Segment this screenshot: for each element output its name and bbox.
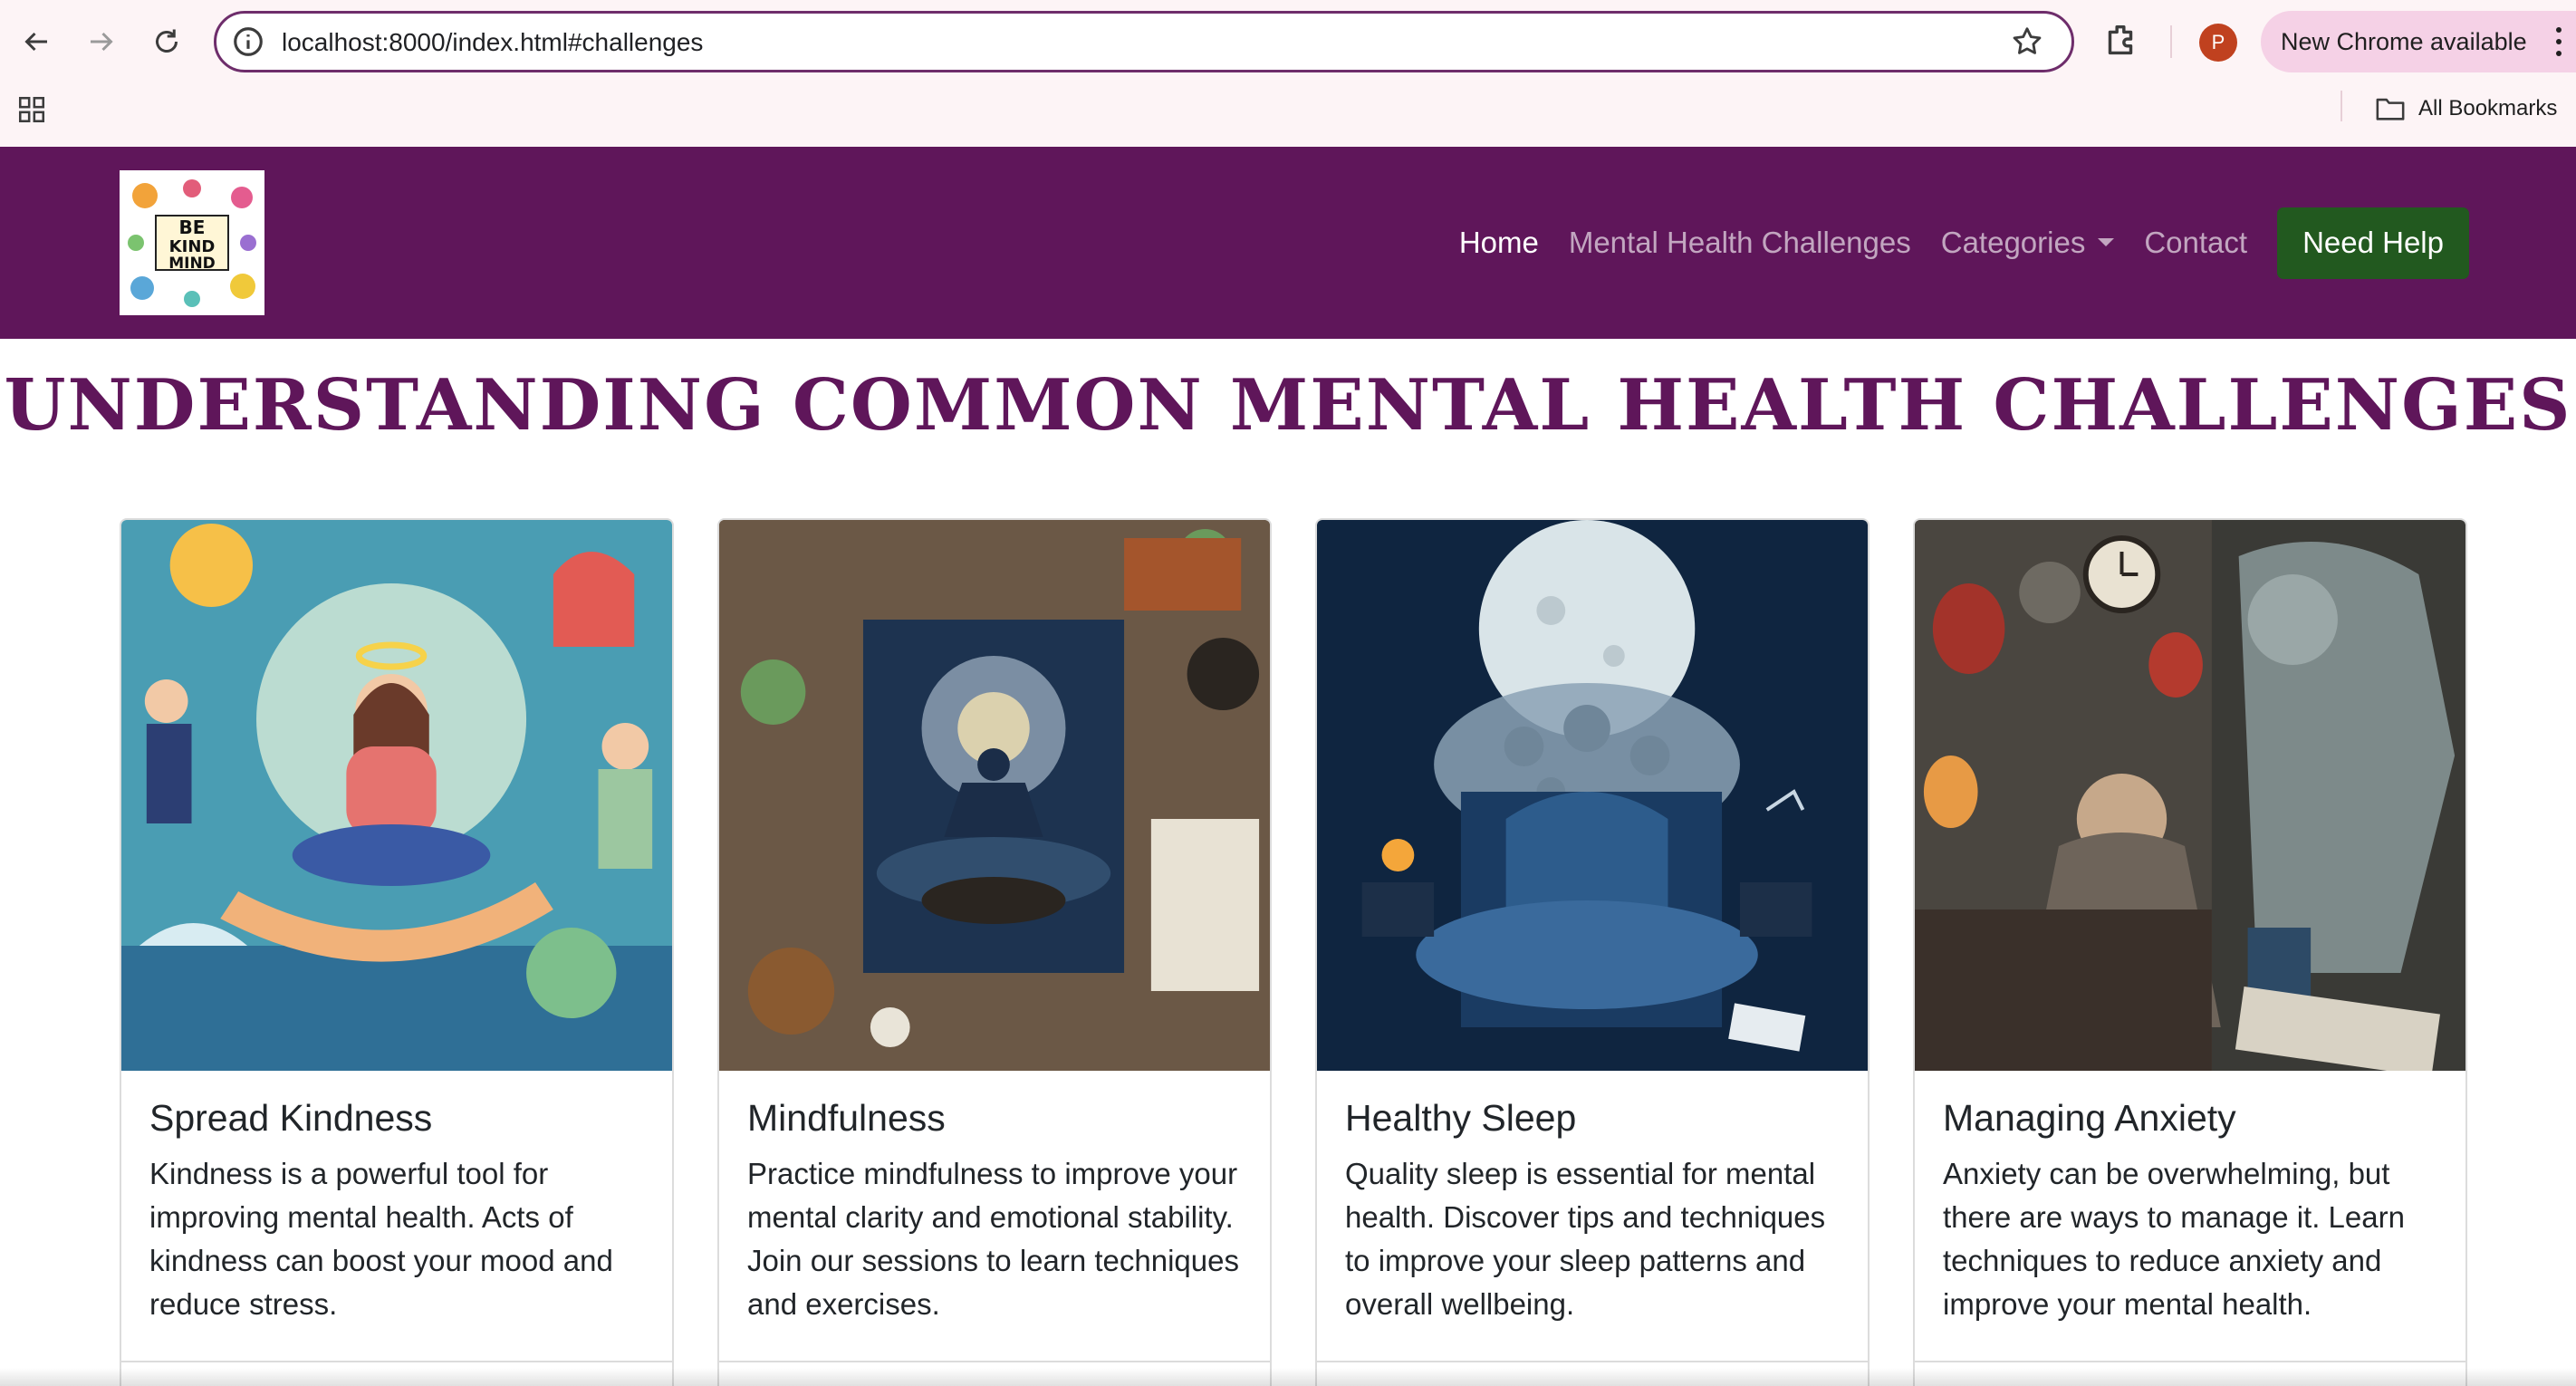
site-logo[interactable]: BE KIND MIND xyxy=(120,170,264,315)
card-managing-anxiety[interactable]: Managing Anxiety Anxiety can be overwhel… xyxy=(1913,518,2467,1386)
card-healthy-sleep[interactable]: Healthy Sleep Quality sleep is essential… xyxy=(1315,518,1870,1386)
forward-arrow-icon xyxy=(91,32,113,52)
nav-home[interactable]: Home xyxy=(1459,226,1539,260)
bookmark-star-icon[interactable] xyxy=(2010,24,2044,59)
challenge-cards: Spread Kindness Kindness is a powerful t… xyxy=(120,518,2467,1386)
apps-grid-icon[interactable] xyxy=(16,94,47,125)
extensions-icon[interactable] xyxy=(2100,20,2141,62)
toolbar-divider xyxy=(2170,25,2172,58)
nav-links: Home Mental Health Challenges Categories… xyxy=(1459,207,2469,279)
svg-text:BE: BE xyxy=(179,217,206,238)
profile-avatar[interactable]: P xyxy=(2199,24,2237,62)
card-body: Managing Anxiety Anxiety can be overwhel… xyxy=(1915,1071,2465,1326)
all-bookmarks-label: All Bookmarks xyxy=(2418,96,2558,120)
card-image-sleep xyxy=(1317,520,1868,1071)
url-text[interactable]: localhost:8000/index.html#challenges xyxy=(282,26,703,59)
card-text: Quality sleep is essential for mental he… xyxy=(1345,1157,1826,1321)
address-bar[interactable]: localhost:8000/index.html#challenges xyxy=(214,11,2074,72)
reload-icon xyxy=(156,29,178,53)
browser-toolbar: localhost:8000/index.html#challenges P N… xyxy=(0,0,2576,147)
nav-mental-health-challenges[interactable]: Mental Health Challenges xyxy=(1569,226,1911,260)
card-spread-kindness[interactable]: Spread Kindness Kindness is a powerful t… xyxy=(120,518,674,1386)
card-image-mindfulness xyxy=(719,520,1270,1071)
nav-categories-label: Categories xyxy=(1940,226,2086,259)
card-image-anxiety xyxy=(1915,520,2465,1071)
kebab-menu-icon[interactable] xyxy=(2556,27,2563,56)
card-title: Spread Kindness xyxy=(149,1097,433,1139)
card-text: Kindness is a powerful tool for improvin… xyxy=(149,1157,613,1321)
all-bookmarks-button[interactable]: All Bookmarks xyxy=(2375,91,2557,127)
card-text: Anxiety can be overwhelming, but there a… xyxy=(1943,1157,2405,1321)
card-mindfulness[interactable]: Mindfulness Practice mindfulness to impr… xyxy=(717,518,1272,1386)
card-title: Healthy Sleep xyxy=(1345,1097,1577,1139)
card-body: Mindfulness Practice mindfulness to impr… xyxy=(719,1071,1270,1326)
nav-categories-dropdown[interactable]: Categories xyxy=(1941,226,2115,260)
card-image-kindness xyxy=(121,520,672,1071)
page-title: UNDERSTANDING COMMON MENTAL HEALTH CHALL… xyxy=(4,364,2572,447)
back-button[interactable] xyxy=(11,16,62,67)
card-footer-divider xyxy=(121,1361,672,1362)
forward-button[interactable] xyxy=(76,16,127,67)
card-footer-divider xyxy=(719,1361,1270,1362)
window-bottom-edge xyxy=(0,1368,2576,1386)
caret-down-icon xyxy=(2098,237,2115,246)
update-label: New Chrome available xyxy=(2281,27,2527,55)
card-text: Practice mindfulness to improve your men… xyxy=(747,1157,1239,1321)
nav-contact[interactable]: Contact xyxy=(2144,226,2247,260)
card-title: Managing Anxiety xyxy=(1943,1097,2236,1139)
site-info-icon[interactable] xyxy=(231,24,265,59)
svg-text:MIND: MIND xyxy=(168,255,216,273)
folder-icon xyxy=(2376,98,2405,120)
card-title: Mindfulness xyxy=(747,1097,946,1139)
be-kind-to-your-mind-logo: BE KIND MIND xyxy=(120,170,264,315)
chrome-update-button[interactable]: New Chrome available xyxy=(2261,11,2576,72)
card-body: Spread Kindness Kindness is a powerful t… xyxy=(121,1071,672,1326)
svg-text:KIND: KIND xyxy=(169,237,216,256)
bookmarks-divider xyxy=(2341,91,2342,121)
card-footer-divider xyxy=(1915,1361,2465,1362)
card-body: Healthy Sleep Quality sleep is essential… xyxy=(1317,1071,1868,1326)
back-arrow-icon xyxy=(24,32,47,52)
card-footer-divider xyxy=(1317,1361,1868,1362)
reload-button[interactable] xyxy=(141,16,192,67)
need-help-button[interactable]: Need Help xyxy=(2277,207,2469,279)
